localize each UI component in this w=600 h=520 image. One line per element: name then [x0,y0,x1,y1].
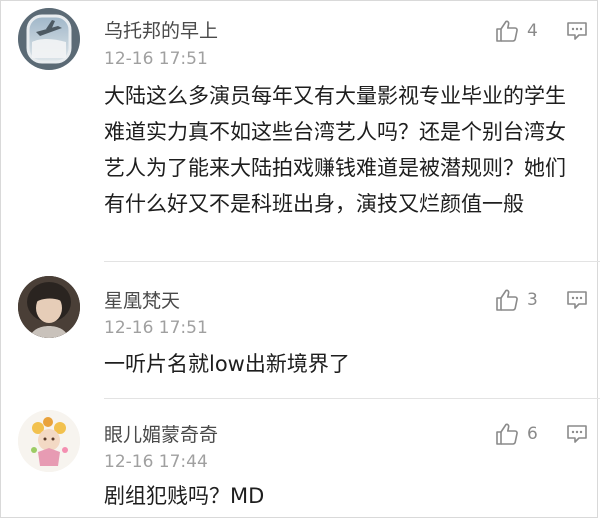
user-avatar[interactable] [18,410,80,472]
comment-text: 一听片名就low出新境界了 [104,352,350,376]
like-count: 6 [527,424,538,444]
person-photo-avatar-image [18,276,80,338]
user-avatar[interactable] [18,8,80,70]
thumbs-up-icon[interactable] [495,288,519,312]
comment-divider [104,261,600,262]
comment-timestamp: 12-16 17:44 [104,452,208,472]
like-button[interactable]: 6 [495,421,555,447]
comment-divider [104,398,600,399]
like-count: 3 [527,290,538,310]
username[interactable]: 眼儿媚蒙奇奇 [104,420,218,447]
comment-text: 剧组犯贱吗？MD [104,484,265,508]
thumbs-up-icon[interactable] [495,422,519,446]
comment-text: 大陆这么多演员每年又有大量影视专业毕业的学生难道实力真不如这些台湾艺人吗？还是个… [104,84,566,216]
username[interactable]: 星凰梵天 [104,286,180,313]
username[interactable]: 乌托邦的早上 [104,16,218,43]
like-count: 4 [527,21,538,41]
comment-bubble-icon[interactable] [566,423,588,445]
like-button[interactable]: 4 [495,18,555,44]
comment-timestamp: 12-16 17:51 [104,318,208,338]
comment-timestamp: 12-16 17:51 [104,49,208,69]
comment-bubble-icon[interactable] [566,289,588,311]
like-button[interactable]: 3 [495,287,555,313]
user-avatar[interactable] [18,276,80,338]
airplane-window-avatar-image [18,8,80,70]
comment-bubble-icon[interactable] [566,20,588,42]
thumbs-up-icon[interactable] [495,19,519,43]
cartoon-doll-avatar-image [18,410,80,472]
